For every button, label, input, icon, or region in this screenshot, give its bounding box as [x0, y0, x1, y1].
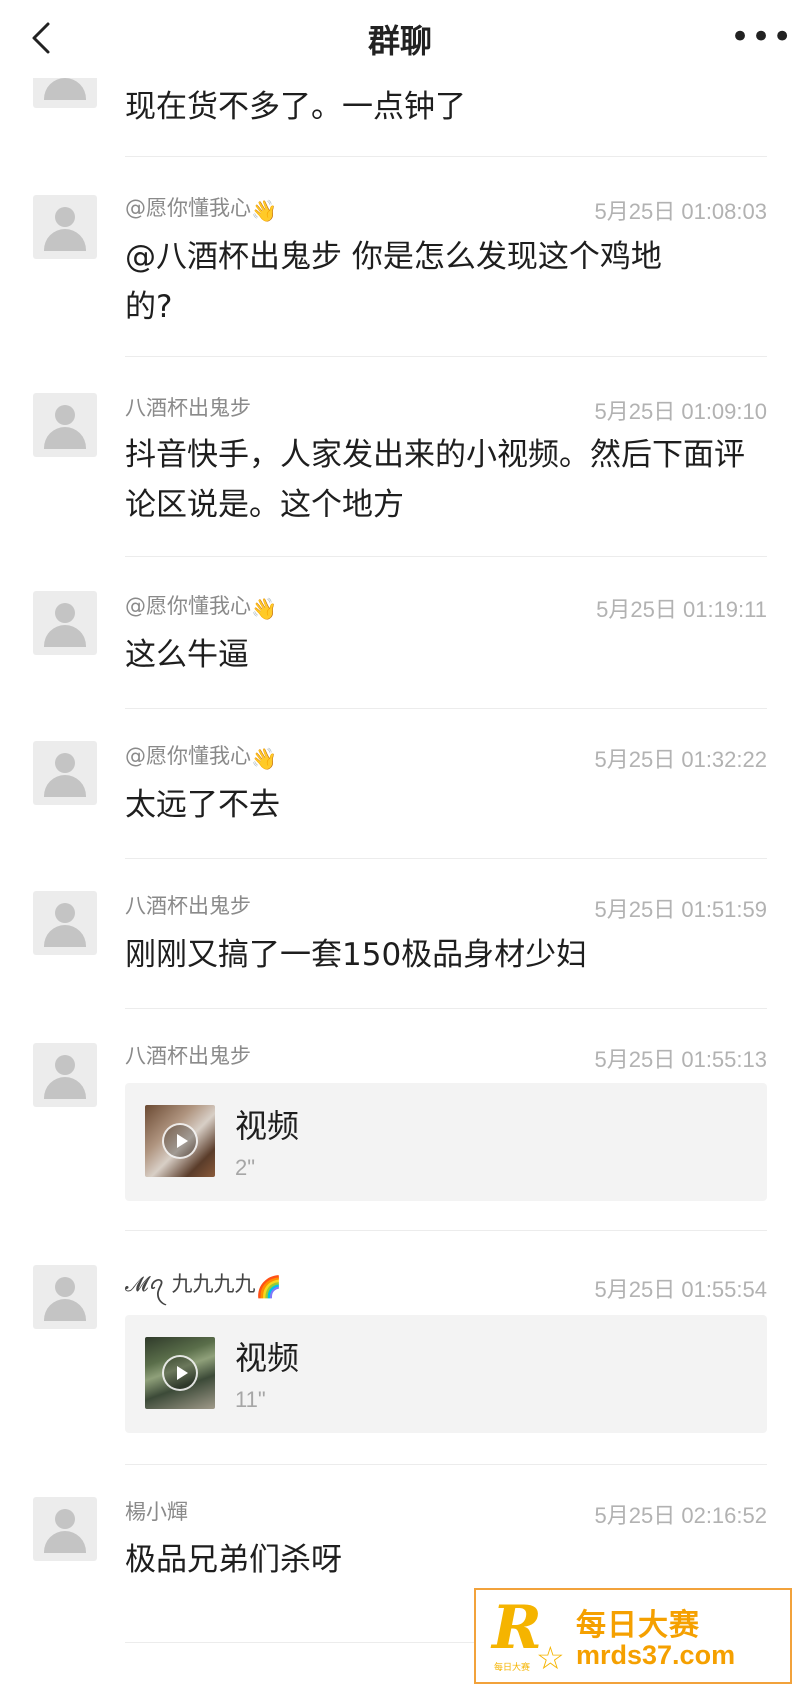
watermark-url: mrds37.com: [576, 1640, 736, 1670]
video-label: 视频: [235, 1107, 300, 1145]
chat-header: 群聊 •••: [0, 0, 800, 78]
page-title: 群聊: [367, 22, 432, 60]
sender-name: 八酒杯出鬼步: [125, 1044, 251, 1068]
play-icon: [162, 1123, 198, 1159]
message-text: 太远了不去: [125, 787, 280, 823]
play-icon: [162, 1355, 198, 1391]
sender-name: 八酒杯出鬼步: [125, 894, 251, 918]
message-timestamp: 5月25日 01:32:22: [594, 747, 767, 772]
star-icon: ☆: [536, 1639, 565, 1677]
message-timestamp: 5月25日 01:09:10: [594, 399, 767, 424]
sender-name: 楊小輝: [125, 1500, 188, 1524]
chevron-left-icon: [32, 22, 50, 54]
message-timestamp: 5月25日 01:55:54: [594, 1277, 767, 1302]
waving-hand-emoji: 👋: [251, 747, 278, 771]
video-message-card[interactable]: 视频 2": [125, 1083, 767, 1201]
video-duration: 11": [235, 1387, 266, 1412]
sender-name: @愿你懂我心👋: [125, 594, 278, 621]
avatar[interactable]: [33, 591, 97, 655]
message-text: 刚刚又搞了一套150极品身材少妇: [125, 937, 588, 973]
avatar[interactable]: [33, 393, 97, 457]
sender-name: 𝓜ꪖ 九九九九🌈: [125, 1272, 282, 1299]
message-text: 极品兄弟们杀呀: [125, 1542, 342, 1578]
watermark-logo-letter: R: [492, 1593, 542, 1663]
back-button[interactable]: [24, 18, 64, 58]
rainbow-emoji: 🌈: [255, 1275, 282, 1299]
more-dots-icon: •••: [730, 17, 794, 57]
video-duration: 2": [235, 1155, 256, 1180]
divider: [125, 556, 767, 557]
sender-name: 八酒杯出鬼步: [125, 396, 251, 420]
waving-hand-emoji: 👋: [251, 199, 278, 223]
message-text: 这么牛逼: [125, 637, 249, 673]
message-text: 现在货不多了。一点钟了: [125, 89, 466, 125]
sender-name: @愿你懂我心👋: [125, 744, 278, 771]
message-timestamp: 5月25日 01:55:13: [594, 1047, 767, 1072]
divider: [125, 1230, 767, 1231]
watermark-name: 每日大赛: [576, 1608, 700, 1643]
waving-hand-emoji: 👋: [251, 597, 278, 621]
avatar[interactable]: [33, 891, 97, 955]
divider: [125, 858, 767, 859]
video-message-card[interactable]: 视频 11": [125, 1315, 767, 1433]
avatar[interactable]: [33, 741, 97, 805]
message-timestamp: 5月25日 01:51:59: [594, 897, 767, 922]
divider: [125, 708, 767, 709]
message-text: @八酒杯出鬼步 你是怎么发现这个鸡地的?: [125, 239, 662, 325]
avatar[interactable]: [33, 195, 97, 259]
message-timestamp: 5月25日 01:19:11: [596, 597, 767, 622]
message-timestamp: 5月25日 01:08:03: [594, 199, 767, 224]
avatar[interactable]: [33, 1497, 97, 1561]
watermark-logo-small: 每日大赛: [494, 1663, 531, 1673]
video-thumbnail[interactable]: [145, 1105, 215, 1177]
message-text: 抖音快手，人家发出来的小视频。然后下面评论区说是。这个地方: [125, 437, 745, 523]
video-label: 视频: [235, 1339, 300, 1377]
sender-name: @愿你懂我心👋: [125, 196, 278, 223]
avatar[interactable]: [33, 1265, 97, 1329]
video-thumbnail[interactable]: [145, 1337, 215, 1409]
site-watermark: R ☆ 每日大赛 每日大赛 mrds37.com: [474, 1588, 792, 1684]
message-timestamp: 5月25日 02:16:52: [594, 1503, 767, 1528]
divider: [125, 356, 767, 357]
divider: [125, 1464, 767, 1465]
divider: [125, 156, 767, 157]
divider: [125, 1008, 767, 1009]
more-button[interactable]: •••: [730, 20, 792, 56]
avatar[interactable]: [33, 1043, 97, 1107]
